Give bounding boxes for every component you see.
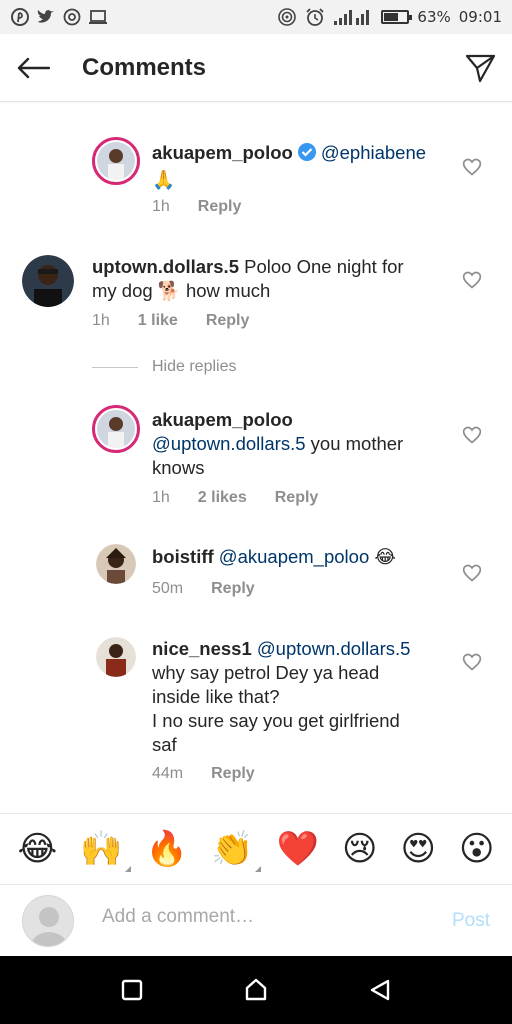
comment-username[interactable]: akuapem_poloo [152, 142, 293, 163]
comments-list[interactable]: akuapem_poloo @ephiabene 🙏 1h Reply uptow… [0, 103, 512, 808]
triangle-back-icon [370, 979, 390, 1001]
comment-content: Poloo One night for [244, 256, 404, 277]
clock: 09:01 [458, 8, 502, 26]
skin-tone-indicator-icon [124, 866, 131, 872]
comment-time: 1h [152, 489, 170, 506]
heart-outline-icon[interactable] [462, 157, 482, 177]
comment-text: uptown.dollars.5 Poloo One night for my … [92, 255, 432, 303]
avatar[interactable] [22, 255, 74, 307]
comment-username[interactable]: nice_ness1 [152, 638, 252, 659]
emoji-heart-eyes-button[interactable]: 😍 [400, 832, 435, 866]
comment-content: knows [152, 457, 205, 478]
comment-username[interactable]: boistiff [152, 546, 214, 567]
comment-composer: Post [0, 886, 512, 956]
status-bar: 63% 09:01 [0, 0, 512, 34]
comment-meta: 1h Reply [152, 198, 241, 216]
emoji-cry-button[interactable]: 😢 [342, 832, 377, 866]
comment-content: why say petrol Dey ya head [152, 662, 380, 683]
avatar[interactable] [96, 544, 136, 584]
recent-apps-button[interactable] [112, 970, 152, 1010]
avatar[interactable] [92, 137, 140, 185]
arrow-left-icon [17, 57, 50, 78]
comment-text: boistiff @akuapem_poloo 😂 [152, 545, 442, 569]
emoji-glyph: 👏 [211, 829, 254, 869]
comment-time: 1h [152, 198, 170, 215]
skin-tone-indicator-icon [255, 866, 262, 872]
heart-outline-icon[interactable] [462, 563, 482, 583]
heart-outline-icon[interactable] [462, 652, 482, 672]
comment-meta: 44m Reply [152, 765, 255, 783]
heart-outline-icon[interactable] [462, 425, 482, 445]
comment-username[interactable]: uptown.dollars.5 [92, 256, 239, 277]
paper-plane-icon [465, 54, 496, 82]
top-app-bar: Comments [0, 34, 512, 102]
status-right-icons: 63% 09:01 [277, 7, 502, 27]
comment-input[interactable] [102, 906, 422, 928]
emoji-laugh-button[interactable]: 😂 [18, 832, 58, 866]
emoji-clap-button[interactable]: 👏 [211, 829, 262, 872]
reply-button[interactable]: Reply [275, 489, 319, 507]
hide-replies-label: Hide replies [152, 358, 237, 375]
likes-count[interactable]: 2 likes [198, 489, 247, 507]
comment-emoji: 🙏 [152, 169, 176, 190]
comment-emoji: 😂 [374, 546, 397, 567]
home-button[interactable] [236, 970, 276, 1010]
hide-replies-button[interactable]: Hide replies [92, 358, 236, 376]
share-button[interactable] [448, 34, 512, 102]
comment-username[interactable]: akuapem_poloo [152, 409, 293, 430]
emoji-heart-button[interactable]: ❤️ [277, 832, 319, 866]
avatar[interactable] [92, 405, 140, 453]
square-icon [121, 979, 143, 1001]
comment-mention[interactable]: @uptown.dollars.5 [257, 638, 411, 659]
pinterest-icon [10, 7, 30, 27]
comment-meta: 1h 1 like Reply [92, 312, 249, 330]
page-title: Comments [82, 53, 207, 81]
comment-mention[interactable]: @akuapem_poloo [219, 546, 369, 567]
comment-content: you mother [305, 433, 404, 454]
heart-outline-icon[interactable] [462, 270, 482, 290]
hotspot-icon [277, 7, 297, 27]
comment-content: my dog 🐕 how much [92, 280, 271, 301]
battery-icon [381, 10, 413, 24]
reply-button[interactable]: Reply [198, 198, 242, 216]
comment-mention[interactable]: @uptown.dollars.5 [152, 433, 306, 454]
comment-meta: 1h 2 likes Reply [152, 489, 318, 507]
emoji-glyph: 🙌 [80, 829, 123, 869]
twitter-icon [36, 7, 56, 27]
comment-text: akuapem_poloo @uptown.dollars.5 you moth… [152, 408, 442, 480]
laptop-icon [88, 7, 108, 27]
battery-percentage: 63% [417, 8, 451, 26]
comment-content: saf [152, 734, 177, 755]
comment-text: nice_ness1 @uptown.dollars.5 why say pet… [152, 637, 452, 757]
comment-time: 1h [92, 312, 110, 329]
comment-meta: 50m Reply [152, 580, 255, 598]
emoji-fire-button[interactable]: 🔥 [146, 832, 188, 866]
emoji-quick-reply-bar: 😂 🙌 🔥 👏 ❤️ 😢 😍 😮 [0, 813, 512, 885]
signal-icon [333, 7, 373, 27]
comment-content: inside like that? [152, 686, 280, 707]
comment-mention[interactable]: @ephiabene [321, 142, 426, 163]
comment-time: 50m [152, 580, 184, 597]
reply-button[interactable]: Reply [206, 312, 250, 330]
emoji-raised-hands-button[interactable]: 🙌 [80, 829, 131, 872]
status-left-icons [10, 7, 108, 27]
reply-button[interactable]: Reply [211, 580, 255, 598]
reply-button[interactable]: Reply [211, 765, 255, 783]
system-navigation-bar [0, 956, 512, 1024]
emoji-wow-button[interactable]: 😮 [459, 832, 494, 866]
divider [92, 366, 138, 368]
comment-content: I no sure say you get girlfriend [152, 710, 400, 731]
post-button[interactable]: Post [452, 910, 490, 932]
back-nav-button[interactable] [360, 970, 400, 1010]
verified-badge-icon [297, 142, 317, 168]
instagram-status-icon [62, 7, 82, 27]
back-button[interactable] [0, 34, 68, 102]
home-icon [245, 978, 267, 1001]
current-user-avatar [22, 895, 74, 947]
likes-count[interactable]: 1 like [138, 312, 178, 330]
comment-text: akuapem_poloo @ephiabene 🙏 [152, 141, 452, 192]
alarm-icon [305, 7, 325, 27]
avatar[interactable] [96, 637, 136, 677]
comment-time: 44m [152, 765, 184, 782]
